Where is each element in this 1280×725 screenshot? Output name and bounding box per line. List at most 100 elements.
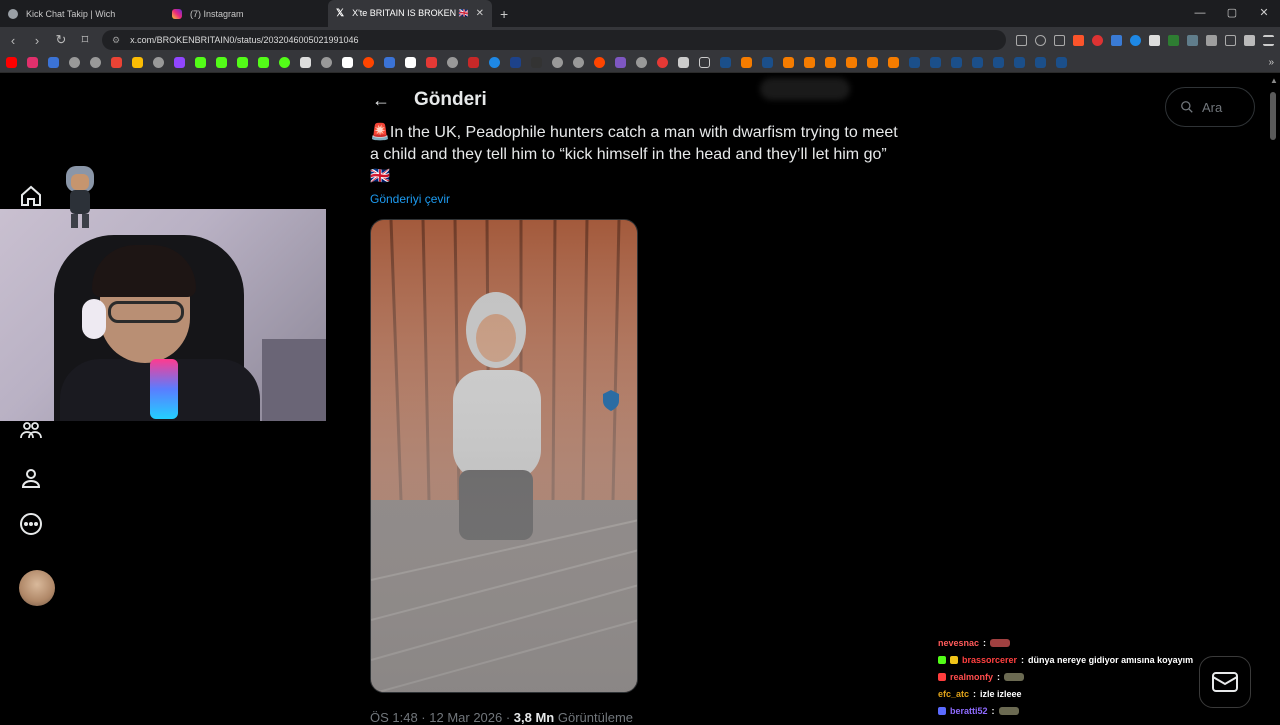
bookmark-icon[interactable] — [531, 57, 542, 68]
globe-bookmark-icon[interactable] — [447, 57, 458, 68]
bookmarks-bar: » — [0, 53, 1280, 73]
tab-instagram[interactable]: (7) Instagram — [164, 0, 328, 27]
chat-text: izle izleee — [980, 688, 1022, 699]
steam-bookmark-icon[interactable] — [972, 57, 983, 68]
bookmark-icon[interactable] — [741, 57, 752, 68]
twitch-bookmark-icon[interactable] — [174, 57, 185, 68]
steam-bookmark-icon[interactable] — [993, 57, 1004, 68]
extension-green-icon[interactable] — [1168, 34, 1179, 46]
bookmark-icon[interactable] — [384, 57, 395, 68]
puzzle-icon[interactable] — [1206, 34, 1217, 46]
new-tab-button[interactable]: + — [492, 6, 516, 22]
steam-bookmark-icon[interactable] — [720, 57, 731, 68]
bookmark-icon[interactable] — [426, 57, 437, 68]
globe-bookmark-icon[interactable] — [153, 57, 164, 68]
steam-bookmark-icon[interactable] — [1056, 57, 1067, 68]
bookmark-icon[interactable] — [657, 57, 668, 68]
globe-bookmark-icon[interactable] — [321, 57, 332, 68]
media-icon[interactable] — [1244, 34, 1255, 46]
share-icon[interactable] — [1054, 34, 1065, 46]
tab-kick-chat[interactable]: Kick Chat Takip | Wich — [0, 0, 164, 27]
folder-bookmark-icon[interactable] — [699, 57, 710, 68]
messages-button[interactable] — [1199, 656, 1251, 708]
close-window-button[interactable]: ✕ — [1248, 0, 1280, 27]
extension-audio-icon[interactable] — [1111, 34, 1122, 46]
bookmark-icon[interactable] — [888, 57, 899, 68]
globe-bookmark-icon[interactable] — [636, 57, 647, 68]
steam-bookmark-icon[interactable] — [762, 57, 773, 68]
home-icon[interactable] — [19, 184, 43, 208]
bookmark-icon[interactable] — [615, 57, 626, 68]
reddit-bookmark-icon[interactable] — [594, 57, 605, 68]
forward-icon[interactable]: › — [30, 33, 44, 48]
steam-bookmark-icon[interactable] — [951, 57, 962, 68]
search-input[interactable]: Ara — [1165, 87, 1255, 127]
chat-message: brassorcerer: dünya nereye gidiyor amısı… — [938, 651, 1218, 668]
bookmark-icon[interactable] — [48, 57, 59, 68]
sidebar-icon[interactable] — [1225, 34, 1236, 46]
extension-grid-icon[interactable] — [1187, 34, 1198, 46]
instagram-bookmark-icon[interactable] — [27, 57, 38, 68]
extension-red-icon[interactable] — [1092, 34, 1103, 46]
kick-bookmark-icon[interactable] — [258, 57, 269, 68]
stream-chat-overlay: nevesnac: brassorcerer: dünya nereye gid… — [938, 634, 1218, 719]
globe-bookmark-icon[interactable] — [69, 57, 80, 68]
more-bookmarks-icon[interactable]: » — [1268, 57, 1274, 68]
bookmark-icon[interactable] — [867, 57, 878, 68]
bookmark-icon[interactable]: ⌑ — [78, 32, 92, 48]
youtube-bookmark-icon[interactable] — [6, 57, 17, 68]
extension-blue-icon[interactable] — [1130, 34, 1141, 46]
steam-bookmark-icon[interactable] — [1035, 57, 1046, 68]
kick-bookmark-icon[interactable] — [216, 57, 227, 68]
more-icon[interactable] — [19, 512, 43, 536]
steam-bookmark-icon[interactable] — [930, 57, 941, 68]
menu-icon[interactable] — [1263, 34, 1274, 46]
globe-bookmark-icon[interactable] — [90, 57, 101, 68]
bookmark-icon[interactable] — [846, 57, 857, 68]
bookmark-icon[interactable] — [825, 57, 836, 68]
back-icon[interactable]: ‹ — [6, 33, 20, 48]
post-time[interactable]: ÖS 1:48 · 12 Mar 2026 · — [370, 710, 514, 725]
chat-username: beratti52 — [950, 705, 988, 716]
webcam-glasses — [108, 301, 184, 323]
steam-bookmark-icon[interactable] — [909, 57, 920, 68]
kick-bookmark-icon[interactable] — [237, 57, 248, 68]
bookmark-icon[interactable] — [804, 57, 815, 68]
reload-icon[interactable]: ↻ — [54, 32, 68, 48]
brave-shield-icon[interactable] — [1073, 34, 1084, 46]
minimize-button[interactable]: — — [1184, 0, 1216, 27]
url-field[interactable]: ⚙ x.com/BROKENBRITAIN0/status/2032046005… — [102, 30, 1006, 50]
site-settings-icon[interactable]: ⚙ — [112, 35, 120, 46]
post-video[interactable] — [370, 219, 638, 693]
profile-icon[interactable] — [19, 466, 43, 490]
cast-icon[interactable] — [1016, 34, 1027, 46]
maximize-button[interactable]: ▢ — [1216, 0, 1248, 27]
tab-x-post[interactable]: 𝕏 X'te BRITAIN IS BROKEN 🇬🇧: " ... ✕ — [328, 0, 492, 27]
nba-bookmark-icon[interactable] — [510, 57, 521, 68]
steam-bookmark-icon[interactable] — [1014, 57, 1025, 68]
globe-bookmark-icon[interactable] — [552, 57, 563, 68]
account-avatar[interactable] — [19, 570, 55, 606]
scrollbar-thumb[interactable] — [1270, 92, 1276, 140]
bookmark-icon[interactable] — [489, 57, 500, 68]
bookmark-icon[interactable] — [783, 57, 794, 68]
anchor-bookmark-icon[interactable] — [300, 57, 311, 68]
close-tab-icon[interactable]: ✕ — [476, 8, 484, 19]
tab-title: X'te BRITAIN IS BROKEN 🇬🇧: " ... — [352, 8, 468, 18]
communities-icon[interactable] — [19, 418, 43, 442]
zoom-icon[interactable] — [1035, 34, 1046, 46]
back-arrow-icon[interactable]: ← — [372, 90, 390, 111]
star-bookmark-icon[interactable] — [279, 57, 290, 68]
x-bookmark-icon[interactable] — [342, 57, 353, 68]
p-bookmark-icon[interactable] — [405, 57, 416, 68]
drive-bookmark-icon[interactable] — [132, 57, 143, 68]
globe-bookmark-icon[interactable] — [573, 57, 584, 68]
gmail-bookmark-icon[interactable] — [111, 57, 122, 68]
reddit-bookmark-icon[interactable] — [363, 57, 374, 68]
bookmark-icon[interactable] — [678, 57, 689, 68]
kick-bookmark-icon[interactable] — [195, 57, 206, 68]
extension-window-icon[interactable] — [1149, 34, 1160, 46]
translate-post-link[interactable]: Gönderiyi çevir — [370, 192, 450, 206]
bookmark-icon[interactable] — [468, 57, 479, 68]
scroll-up-icon[interactable]: ▲ — [1270, 76, 1278, 85]
